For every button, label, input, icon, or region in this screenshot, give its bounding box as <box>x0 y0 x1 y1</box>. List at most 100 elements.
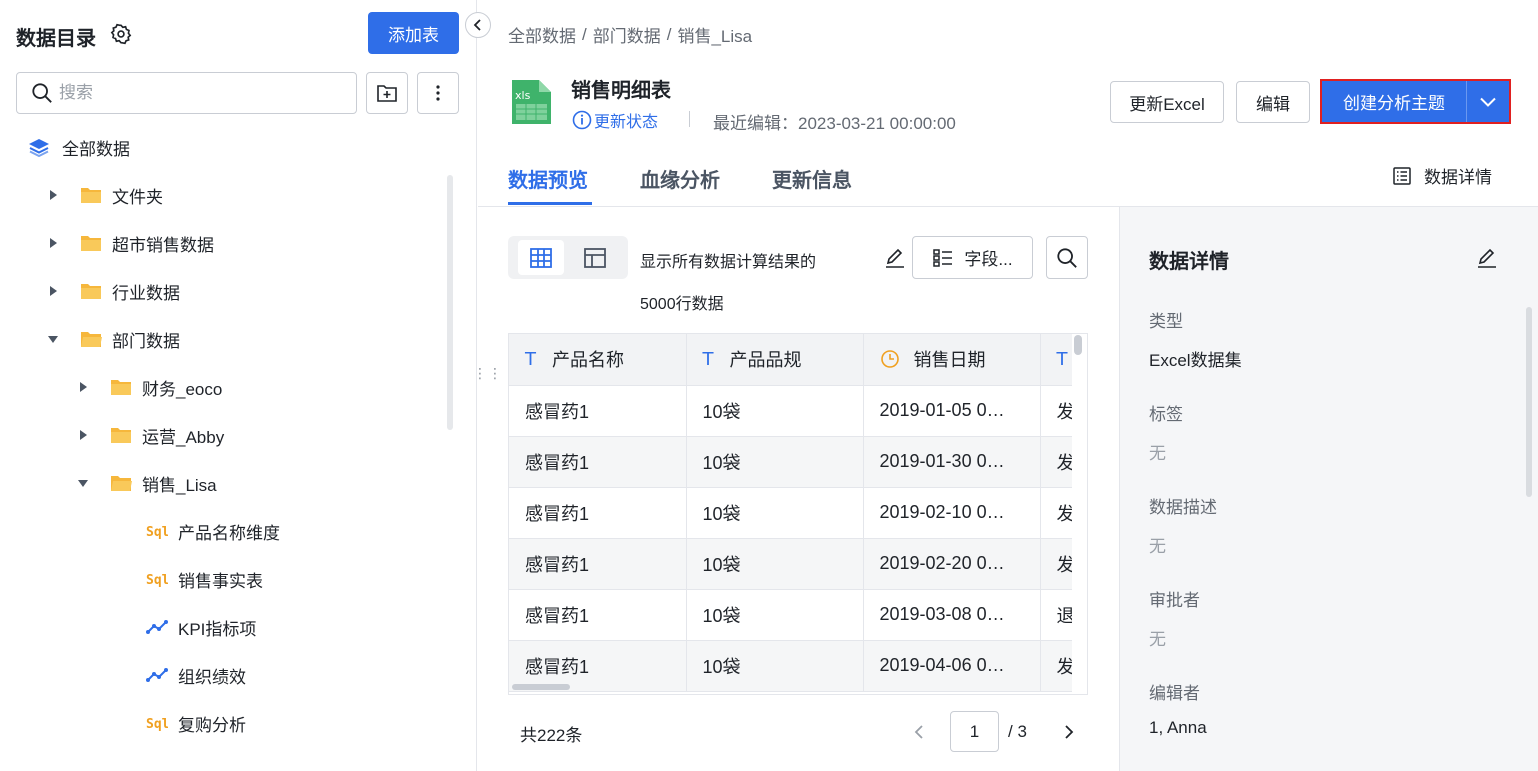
detail-value-description: 无 <box>1149 537 1166 556</box>
add-table-button[interactable]: 添加表 <box>368 12 459 54</box>
tree-item-department-data[interactable]: 部门数据 <box>46 315 180 363</box>
layers-icon <box>29 139 49 157</box>
table-row: 感冒药1 10袋 2019-02-20 0… 发 <box>509 538 1087 590</box>
text-type-icon: T <box>702 348 714 370</box>
tree-item-folder[interactable]: 文件夹 <box>46 171 163 219</box>
edit-button[interactable]: 编辑 <box>1236 81 1310 123</box>
detail-value-tags: 无 <box>1149 444 1166 463</box>
table-cell: 2019-02-20 0… <box>863 538 1041 590</box>
create-topic-button[interactable]: 创建分析主题 <box>1322 81 1467 122</box>
layout-view-button[interactable] <box>572 240 618 275</box>
caret-down-icon[interactable] <box>46 332 60 346</box>
resize-handle[interactable]: ⋮⋮ <box>473 366 503 380</box>
breadcrumb-separator: / <box>582 24 587 44</box>
table-cell: 10袋 <box>686 436 864 488</box>
caret-right-icon[interactable] <box>46 188 60 202</box>
tree-item-dataset[interactable]: Sql 复购分析 <box>146 699 246 747</box>
column-name: 销售日期 <box>913 350 986 371</box>
breadcrumb-item[interactable]: 全部数据 <box>508 22 576 47</box>
svg-text:Sql: Sql <box>146 717 168 731</box>
caret-right-icon[interactable] <box>76 428 90 442</box>
table-cell: 10袋 <box>686 385 864 437</box>
chevron-left-icon[interactable] <box>910 722 930 742</box>
sql-icon: Sql <box>146 525 168 539</box>
tab-update-info[interactable]: 更新信息 <box>772 164 852 193</box>
tree-item-root[interactable]: 全部数据 <box>28 123 130 171</box>
search-input[interactable] <box>59 83 329 103</box>
caret-right-icon[interactable] <box>46 236 60 250</box>
tree-item-dataset[interactable]: Sql 销售事实表 <box>146 555 263 603</box>
tab-lineage[interactable]: 血缘分析 <box>640 164 720 193</box>
table-horizontal-scrollbar[interactable] <box>512 684 570 690</box>
tree-item-sales[interactable]: 销售_Lisa <box>76 459 217 507</box>
breadcrumb-separator: / <box>666 24 672 44</box>
table-cell: 10袋 <box>686 487 864 539</box>
create-topic-dropdown[interactable] <box>1467 81 1509 122</box>
layout-icon <box>584 247 606 268</box>
table-vertical-scrollbar[interactable] <box>1074 335 1082 355</box>
column-header[interactable]: T 产品名称 <box>509 334 687 386</box>
chevron-right-icon[interactable] <box>1058 722 1078 742</box>
column-header[interactable]: 销售日期 <box>863 334 1041 386</box>
create-topic-split-button: 创建分析主题 <box>1320 79 1511 124</box>
tree-item-industry-data[interactable]: 行业数据 <box>46 267 180 315</box>
tree-label: 行业数据 <box>112 283 180 303</box>
table-cell: 2019-03-08 0… <box>863 589 1041 641</box>
tree-item-finance[interactable]: 财务_eoco <box>76 363 222 411</box>
table-cell: 10袋 <box>686 538 864 590</box>
tab-data-preview[interactable]: 数据预览 <box>508 164 588 193</box>
collapse-sidebar-button[interactable] <box>465 12 491 38</box>
edit-pencil-icon[interactable] <box>884 247 906 269</box>
divider <box>689 111 690 127</box>
caret-right-icon[interactable] <box>46 284 60 298</box>
caret-right-icon[interactable] <box>76 380 90 394</box>
column-header[interactable]: T 产品品规 <box>686 334 864 386</box>
gear-icon[interactable] <box>110 23 132 45</box>
tree-label: 产品名称维度 <box>178 523 280 543</box>
table-cell: 感冒药1 <box>509 589 687 641</box>
page-number-input[interactable] <box>950 711 999 752</box>
detail-label-type: 类型 <box>1149 312 1183 331</box>
tree-label: 组织绩效 <box>178 667 246 687</box>
update-excel-button[interactable]: 更新Excel <box>1110 81 1224 123</box>
table-cell: 2019-01-30 0… <box>863 436 1041 488</box>
text-type-icon: T <box>525 348 536 370</box>
table-row: 感冒药1 10袋 2019-03-08 0… 退 <box>509 589 1087 641</box>
detail-value-editor: 1, Anna <box>1149 718 1207 737</box>
tree-item-operations[interactable]: 运营_Abby <box>76 411 224 459</box>
row-count: 5000行数据 <box>640 296 724 313</box>
folder-icon <box>81 188 101 203</box>
tree-item-dataset[interactable]: KPI指标项 <box>146 603 256 651</box>
column-name: 产品品规 <box>729 350 802 371</box>
sidebar-search[interactable] <box>16 72 357 114</box>
file-title: 销售明细表 <box>571 80 671 102</box>
data-detail-label: 数据详情 <box>1424 168 1492 187</box>
more-options-button[interactable] <box>417 72 459 114</box>
update-status-link[interactable]: 更新状态 <box>572 108 658 132</box>
table-cell: 感冒药1 <box>509 487 687 539</box>
detail-scrollbar[interactable] <box>1526 307 1532 497</box>
folder-open-icon <box>111 476 132 491</box>
caret-down-icon[interactable] <box>76 476 90 490</box>
tree-item-dataset[interactable]: Sql 产品名称维度 <box>146 507 280 555</box>
detail-value-approver: 无 <box>1149 630 1166 649</box>
folder-open-icon <box>81 332 102 347</box>
table-row: 感冒药1 10袋 2019-04-06 0… 发 <box>509 640 1087 692</box>
grid-view-button[interactable] <box>518 240 564 275</box>
tree-item-dataset[interactable]: 组织绩效 <box>146 651 246 699</box>
table-search-button[interactable] <box>1046 236 1088 279</box>
fields-button[interactable]: 字段... <box>912 236 1033 279</box>
tree-item-supermarket-sales[interactable]: 超市销售数据 <box>46 219 214 267</box>
table-cell: 10袋 <box>686 589 864 641</box>
detail-value-type: Excel数据集 <box>1149 351 1242 370</box>
info-icon <box>572 110 592 130</box>
tree-label: 财务_eoco <box>142 379 223 399</box>
edit-pencil-icon[interactable] <box>1476 247 1498 269</box>
new-folder-button[interactable] <box>366 72 408 114</box>
breadcrumb-item[interactable]: 部门数据 <box>593 22 661 47</box>
search-icon <box>32 83 52 103</box>
breadcrumb: 全部数据 / 部门数据 / 销售_Lisa <box>508 22 752 47</box>
data-detail-toggle[interactable]: 数据详情 <box>1392 163 1492 188</box>
tree-label: 文件夹 <box>112 187 163 207</box>
sidebar-scrollbar[interactable] <box>447 175 453 430</box>
